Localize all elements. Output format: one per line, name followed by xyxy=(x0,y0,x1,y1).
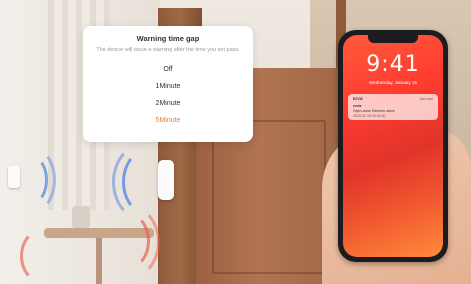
dialog-title: Warning time gap xyxy=(136,34,200,43)
plant-pot xyxy=(72,206,90,228)
lock-screen-time: 9:41 xyxy=(366,52,420,77)
product-scene: Warning time gap The device will issue a… xyxy=(0,0,471,284)
signal-wave-icon xyxy=(14,148,56,212)
option-2minute[interactable]: 2Minute xyxy=(83,100,253,107)
option-5minute-selected[interactable]: 5Minute xyxy=(83,117,253,124)
signal-wave-icon xyxy=(20,228,66,284)
signal-wave-icon xyxy=(96,204,160,280)
option-1minute[interactable]: 1Minute xyxy=(83,83,253,90)
notification-message: Open-close Detector alarm xyxy=(353,109,395,113)
dialog-description: The device will issue a warning after th… xyxy=(96,47,240,53)
notification-app-name: EZVIZ xyxy=(353,97,363,101)
notification-timestamp: 2020-01-15 09:41:00 xyxy=(353,114,386,118)
lock-screen-date: Wednesday, January 15 xyxy=(368,80,418,85)
phone-notch xyxy=(368,35,418,43)
warning-time-dialog: Warning time gap The device will issue a… xyxy=(83,26,253,142)
alarm-notification[interactable]: EZVIZ Just now ezviz Open-close Detector… xyxy=(348,94,438,120)
notification-title: ezviz xyxy=(353,104,362,108)
door-panel xyxy=(212,120,326,274)
door-sensor xyxy=(158,160,174,200)
notification-time: Just now xyxy=(419,97,433,101)
window-sensor xyxy=(8,166,20,188)
option-off[interactable]: Off xyxy=(83,66,253,73)
